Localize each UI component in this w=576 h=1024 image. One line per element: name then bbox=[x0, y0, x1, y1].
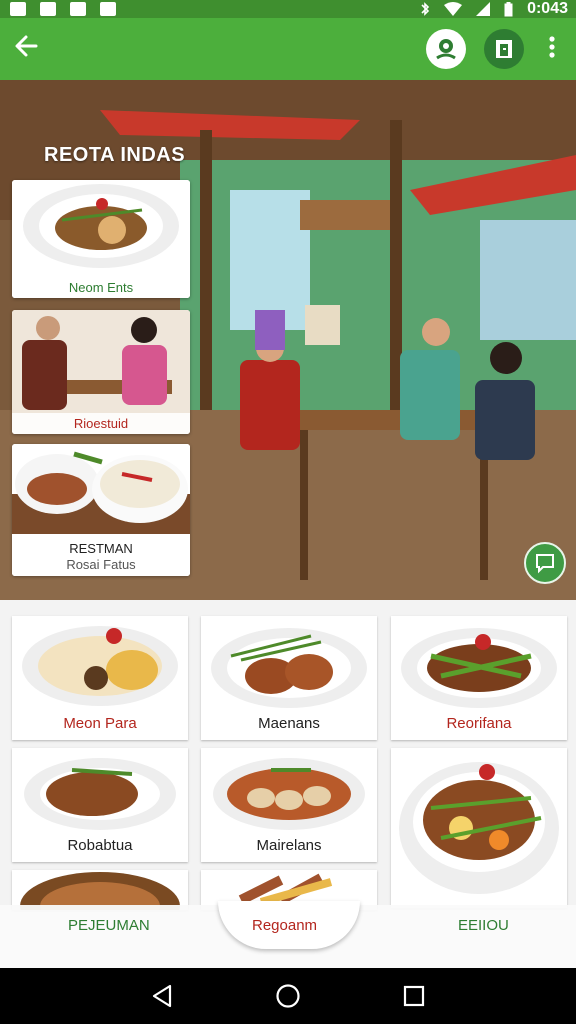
location-pin-icon bbox=[436, 39, 456, 60]
triangle-back-icon[interactable] bbox=[151, 984, 173, 1008]
battery-icon bbox=[504, 1, 513, 16]
noodle-bowl-image bbox=[399, 762, 559, 894]
system-nav-bar bbox=[0, 968, 576, 1024]
wifi-icon bbox=[444, 2, 463, 16]
more-vertical-icon bbox=[549, 36, 555, 58]
signal-icon bbox=[476, 2, 491, 16]
dish-image bbox=[213, 758, 365, 830]
arrow-left-icon bbox=[15, 35, 38, 57]
photo-notification-icon bbox=[40, 2, 56, 16]
image-notification-icon bbox=[70, 2, 86, 16]
featured-card-text: RESTMAN Rosai Fatus bbox=[12, 538, 190, 576]
category-label[interactable]: EEIIOU bbox=[458, 917, 509, 934]
circle-home-icon[interactable] bbox=[275, 983, 301, 1009]
location-button[interactable] bbox=[426, 29, 466, 69]
app-bar bbox=[0, 18, 576, 80]
dish-label: Mairelans bbox=[256, 837, 322, 854]
square-recent-icon[interactable] bbox=[403, 985, 425, 1007]
bluetooth-icon bbox=[421, 2, 430, 16]
dish-tile[interactable]: Meon Para bbox=[12, 616, 188, 740]
dish-tile[interactable]: Mairelans bbox=[201, 748, 377, 862]
dish-tile-large[interactable] bbox=[391, 748, 567, 908]
dish-image bbox=[22, 626, 178, 706]
dish-tile[interactable]: Maenans bbox=[201, 616, 377, 740]
bottom-category-row: PEJEUMAN Regoanm EEIIOU bbox=[0, 901, 576, 968]
status-bar: 0:043 bbox=[0, 0, 576, 18]
chat-bubble-icon bbox=[536, 554, 554, 574]
more-options-button[interactable] bbox=[542, 35, 562, 63]
restaurant-hero: REOTA INDAS Neom Ents Rioestuid RESTMAN … bbox=[0, 80, 576, 600]
dish-image bbox=[24, 758, 176, 830]
dish-label: Meon Para bbox=[63, 715, 137, 732]
category-label[interactable]: PEJEUMAN bbox=[68, 917, 150, 934]
status-time: 0:043 bbox=[527, 0, 568, 17]
dish-image bbox=[20, 872, 180, 910]
dish-tile[interactable]: Reorifana bbox=[391, 616, 567, 740]
dish-label: Maenans bbox=[258, 715, 320, 732]
featured-card-label: RESTMAN bbox=[69, 541, 133, 556]
dish-image bbox=[211, 628, 367, 708]
featured-card-3[interactable]: RESTMAN Rosai Fatus bbox=[12, 444, 190, 576]
featured-card-sublabel: Rosai Fatus bbox=[66, 557, 136, 572]
exit-button[interactable] bbox=[484, 29, 524, 69]
dish-label: Reorifana bbox=[446, 715, 512, 732]
back-button[interactable] bbox=[14, 33, 50, 65]
featured-card-2[interactable]: Rioestuid bbox=[12, 310, 190, 434]
restaurant-title: REOTA INDAS bbox=[44, 144, 186, 166]
featured-card-1[interactable]: Neom Ents bbox=[12, 180, 190, 298]
chat-notification-icon bbox=[10, 2, 26, 16]
dish-tile[interactable] bbox=[12, 870, 188, 910]
category-label[interactable]: Regoanm bbox=[252, 917, 317, 934]
featured-card-label: Neom Ents bbox=[12, 277, 190, 298]
dish-image bbox=[401, 628, 557, 708]
download-notification-icon bbox=[100, 2, 116, 16]
featured-card-label: Rioestuid bbox=[12, 413, 190, 434]
chat-fab-button[interactable] bbox=[524, 542, 566, 584]
dish-tile[interactable]: Robabtua bbox=[12, 748, 188, 862]
door-exit-icon bbox=[496, 40, 512, 58]
dish-label: Robabtua bbox=[67, 837, 133, 854]
